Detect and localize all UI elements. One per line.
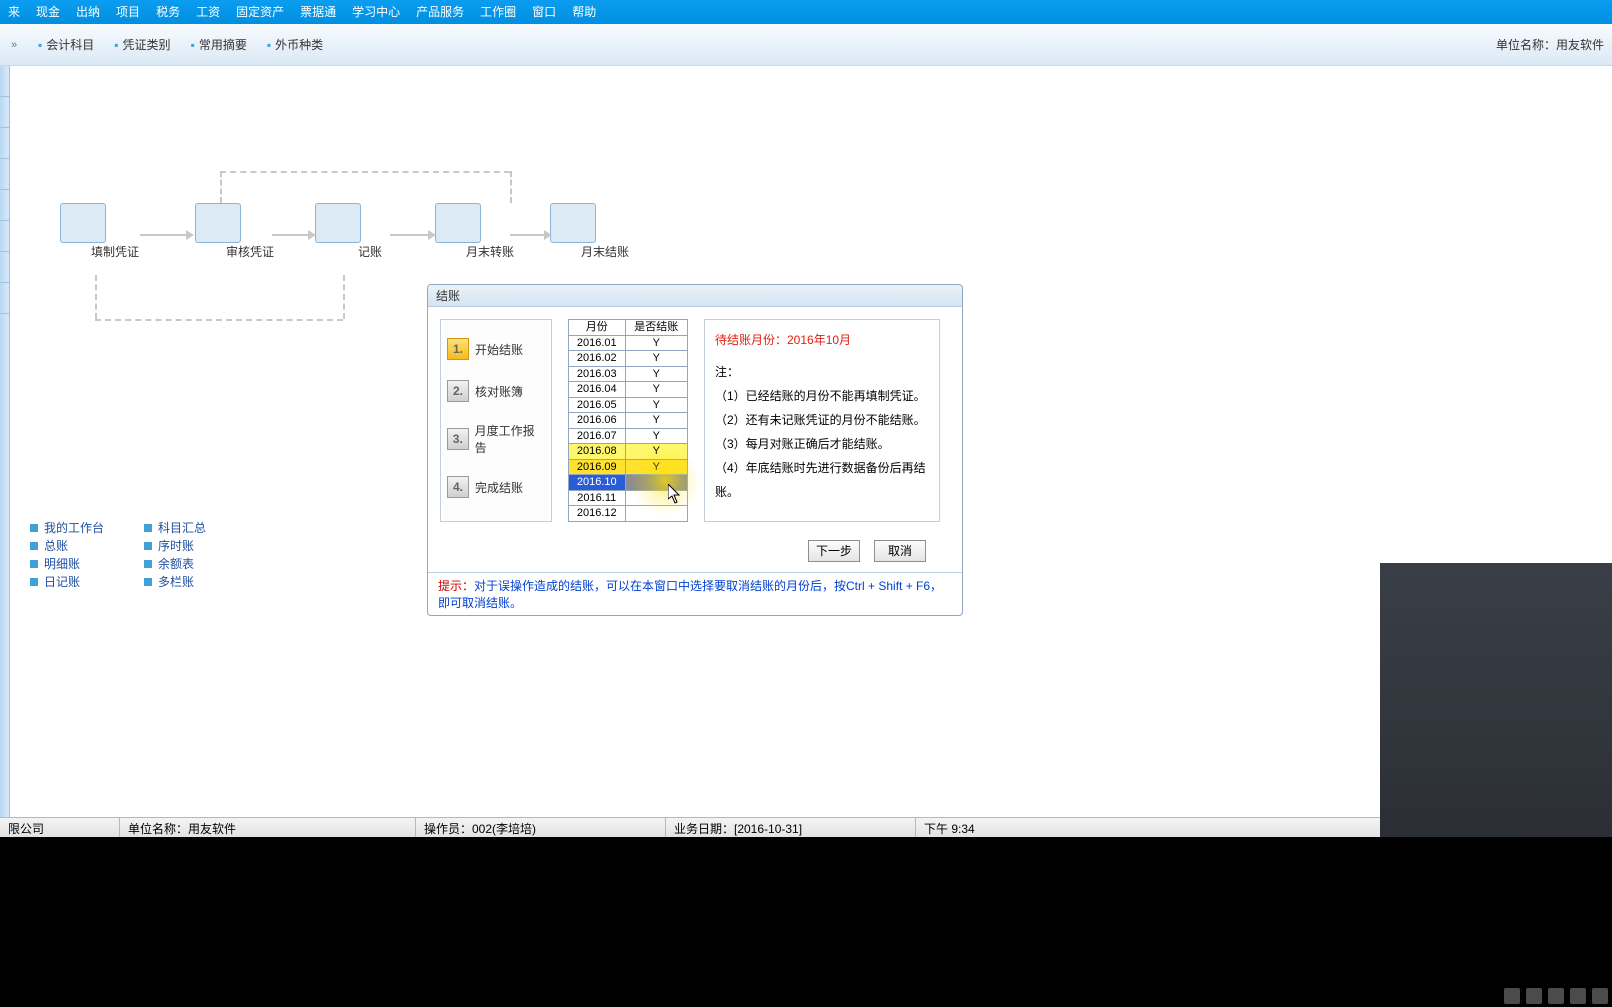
- dialog-title: 结账: [428, 285, 962, 307]
- menu-item[interactable]: 帮助: [564, 0, 604, 24]
- table-row[interactable]: 2016.02Y: [569, 351, 688, 367]
- toolbar-collapse-handle[interactable]: »: [0, 39, 28, 51]
- menu-item[interactable]: 来: [0, 0, 28, 24]
- link-item[interactable]: 多栏账: [144, 573, 206, 590]
- tray-icon[interactable]: [1526, 988, 1542, 1004]
- step-panel: 1.开始结账 2.核对账簿 3.月度工作报告 4.完成结账: [440, 319, 552, 522]
- menu-item[interactable]: 工作圈: [472, 0, 524, 24]
- tray-icon[interactable]: [1548, 988, 1564, 1004]
- webcam-feed: [1380, 563, 1612, 837]
- step-monthly-report[interactable]: 3.月度工作报告: [445, 412, 547, 466]
- step-start-closing[interactable]: 1.开始结账: [445, 328, 547, 370]
- menu-item[interactable]: 出纳: [68, 0, 108, 24]
- note-line: （4）年底结账时先进行数据备份后再结账。: [715, 456, 929, 504]
- dialog-tip: 提示：对于误操作造成的结账，可以在本窗口中选择要取消结账的月份后，按Ctrl +…: [428, 572, 962, 615]
- notes-head: 注：: [715, 360, 929, 384]
- menu-item[interactable]: 固定资产: [228, 0, 292, 24]
- toolbar-item[interactable]: ▪凭证类别: [104, 36, 180, 53]
- col-month: 月份: [569, 320, 626, 336]
- taskbar-area: [0, 837, 1612, 1007]
- toolbar-item[interactable]: ▪常用摘要: [181, 36, 257, 53]
- main-menu-bar: 来 现金 出纳 项目 税务 工资 固定资产 票据通 学习中心 产品服务 工作圈 …: [0, 0, 1612, 24]
- toolbar-item[interactable]: ▪外币种类: [257, 36, 333, 53]
- tray-icon[interactable]: [1504, 988, 1520, 1004]
- status-operator: 操作员：002(李培培): [416, 818, 666, 837]
- table-row[interactable]: 2016.04Y: [569, 382, 688, 398]
- link-item[interactable]: 总账: [30, 537, 104, 554]
- menu-item[interactable]: 工资: [188, 0, 228, 24]
- note-line: （1）已经结账的月份不能再填制凭证。: [715, 384, 929, 408]
- table-row-selected[interactable]: 2016.10: [569, 475, 688, 491]
- step-finish-closing[interactable]: 4.完成结账: [445, 466, 547, 508]
- table-row[interactable]: 2016.11: [569, 490, 688, 506]
- next-button[interactable]: 下一步: [808, 540, 860, 562]
- status-company: 限公司: [0, 818, 120, 837]
- left-rail[interactable]: [0, 66, 10, 837]
- link-item[interactable]: 日记账: [30, 573, 104, 590]
- table-row[interactable]: 2016.12: [569, 506, 688, 522]
- system-tray: [1504, 985, 1608, 1007]
- pending-month: 待结账月份：2016年10月: [715, 328, 929, 352]
- menu-item[interactable]: 学习中心: [344, 0, 408, 24]
- table-row[interactable]: 2016.07Y: [569, 428, 688, 444]
- unit-name-label: 单位名称：用友软件: [1496, 36, 1612, 53]
- link-item[interactable]: 序时账: [144, 537, 206, 554]
- status-bizdate: 业务日期：[2016-10-31]: [666, 818, 916, 837]
- closing-dialog: 结账 1.开始结账 2.核对账簿 3.月度工作报告 4.完成结账 月份是否结账 …: [427, 284, 963, 616]
- table-row[interactable]: 2016.06Y: [569, 413, 688, 429]
- calendar-transfer-icon: [435, 203, 481, 243]
- status-unit: 单位名称：用友软件: [120, 818, 416, 837]
- link-item[interactable]: 我的工作台: [30, 519, 104, 536]
- menu-item[interactable]: 税务: [148, 0, 188, 24]
- tray-icon[interactable]: [1592, 988, 1608, 1004]
- table-row[interactable]: 2016.09Y: [569, 459, 688, 475]
- workflow-step-month-end-close[interactable]: 月末结账: [550, 203, 660, 260]
- menu-item[interactable]: 窗口: [524, 0, 564, 24]
- note-line: （2）还有未记账凭证的月份不能结账。: [715, 408, 929, 432]
- menu-item[interactable]: 票据通: [292, 0, 344, 24]
- toolbar-item[interactable]: ▪会计科目: [28, 36, 104, 53]
- menu-item[interactable]: 现金: [28, 0, 68, 24]
- link-item[interactable]: 科目汇总: [144, 519, 206, 536]
- cancel-button[interactable]: 取消: [874, 540, 926, 562]
- book-icon: [315, 203, 361, 243]
- voucher-entry-icon: [60, 203, 106, 243]
- col-closed: 是否结账: [625, 320, 687, 336]
- calendar-lock-icon: [550, 203, 596, 243]
- webcam-overlay: [1380, 563, 1612, 837]
- link-item[interactable]: 余额表: [144, 555, 206, 572]
- audit-icon: [195, 203, 241, 243]
- menu-item[interactable]: 产品服务: [408, 0, 472, 24]
- tray-icon[interactable]: [1570, 988, 1586, 1004]
- link-item[interactable]: 明细账: [30, 555, 104, 572]
- toolbar: » ▪会计科目 ▪凭证类别 ▪常用摘要 ▪外币种类 单位名称：用友软件: [0, 24, 1612, 66]
- status-bar: 限公司 单位名称：用友软件 操作员：002(李培培) 业务日期：[2016-10…: [0, 817, 1612, 837]
- table-row[interactable]: 2016.05Y: [569, 397, 688, 413]
- notes-panel: 待结账月份：2016年10月 注： （1）已经结账的月份不能再填制凭证。 （2）…: [704, 319, 940, 522]
- table-row[interactable]: 2016.08Y: [569, 444, 688, 460]
- month-table: 月份是否结账 2016.01Y 2016.02Y 2016.03Y 2016.0…: [568, 319, 688, 522]
- note-line: （3）每月对账正确后才能结账。: [715, 432, 929, 456]
- step-check-ledger[interactable]: 2.核对账簿: [445, 370, 547, 412]
- table-row[interactable]: 2016.01Y: [569, 335, 688, 351]
- quick-links: 我的工作台 总账 明细账 日记账 科目汇总 序时账 余额表 多栏账: [30, 518, 206, 591]
- menu-item[interactable]: 项目: [108, 0, 148, 24]
- table-row[interactable]: 2016.03Y: [569, 366, 688, 382]
